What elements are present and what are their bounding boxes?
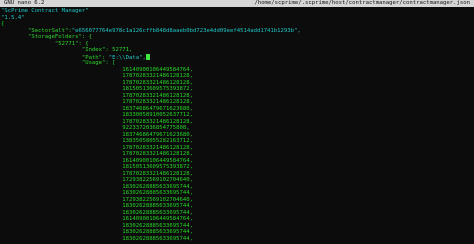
usage-list: 16140900106449584764, 178702833214861281… xyxy=(1,67,471,243)
app-version: GNU nano 6.2 xyxy=(4,0,45,6)
editor-buffer[interactable]: "ScPrime Contract Manager" "1.5.4" { "Se… xyxy=(1,8,471,242)
nano-title-bar: GNU nano 6.2 /home/scprime/.scprime/host… xyxy=(0,0,474,7)
text-cursor xyxy=(145,53,150,60)
usage-value: 18302628885633695744, xyxy=(122,235,193,242)
file-path: /home/scprime/.scprime/host/contractmana… xyxy=(254,0,470,6)
